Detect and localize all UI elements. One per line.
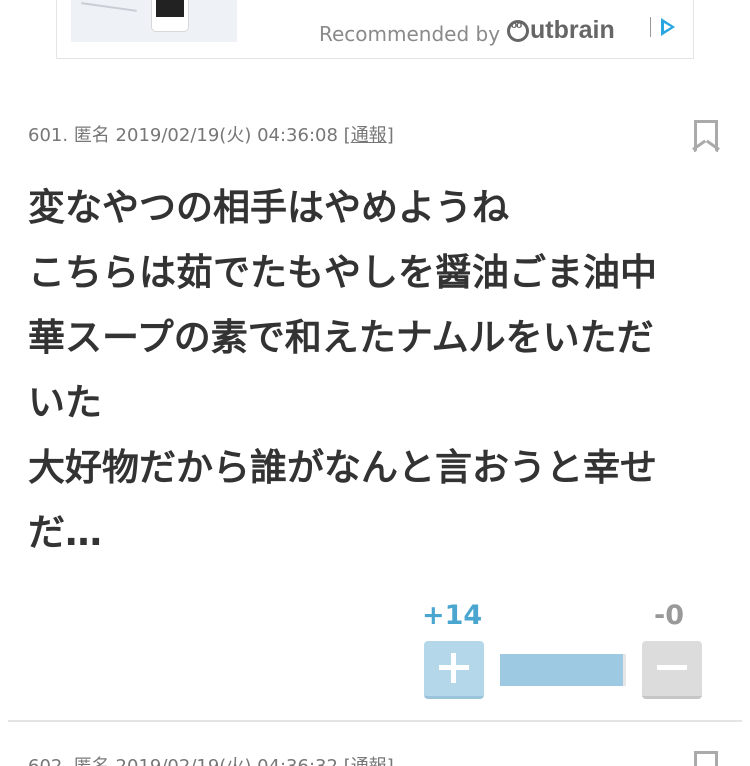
comment-time: 04:36:32 (257, 756, 338, 766)
comment-author: 匿名 (74, 756, 110, 766)
minus-icon (657, 665, 687, 670)
adchoices-icon[interactable] (661, 18, 675, 36)
recommendation-widget[interactable]: Recommended by utbrain (56, 0, 694, 59)
comment-number: 602. (28, 756, 68, 766)
outbrain-logo[interactable]: utbrain (507, 16, 615, 45)
plus-score: +14 (422, 600, 483, 631)
report-bracket-close: ] (386, 125, 394, 146)
recommended-by-label: Recommended by (319, 22, 501, 46)
plus-icon-vertical (451, 653, 456, 683)
plus-button[interactable] (424, 641, 484, 699)
outbrain-eye-icon (507, 19, 529, 42)
phone-image (151, 0, 189, 32)
comment-body: 変なやつの相手はやめようね こちらは茹でたもやしを醤油ごま油中 華スープの素で和… (28, 175, 728, 565)
recommendation-thumbnail[interactable] (71, 0, 237, 42)
comment-author: 匿名 (73, 125, 110, 146)
bookmark-notch-right (705, 139, 720, 151)
comment-meta: 602. 匿名 2019/02/19(火) 04:36:32 [通報] (28, 752, 394, 766)
pen-image (81, 2, 137, 12)
comment-line: いた (28, 381, 102, 424)
report-link[interactable]: 通報 (351, 125, 387, 146)
bookmark-notch-left (692, 139, 707, 151)
comment-line: こちらは茹でたもやしを醤油ごま油中 (28, 251, 657, 294)
vote-ratio-fill (500, 654, 624, 686)
comment-line: だ… (28, 511, 102, 554)
comment-line: 華スープの素で和えたナムルをいただ (28, 316, 654, 359)
comment-page: Recommended by utbrain 601. 匿名 2019/02/1… (0, 0, 750, 766)
outbrain-wordmark: utbrain (530, 16, 615, 44)
comment-number: 601. (28, 125, 69, 146)
comment-line: 大好物だから誰がなんと言おうと幸せ (28, 446, 657, 489)
report-bracket-open: [ (344, 756, 351, 766)
comment-meta: 601. 匿名 2019/02/19(火) 04:36:08 [通報] (28, 121, 394, 147)
bookmark-icon[interactable] (694, 751, 718, 766)
comment-line: 変なやつの相手はやめようね (28, 186, 509, 229)
comment-time: 04:36:08 (257, 125, 338, 146)
bookmark-icon[interactable] (692, 120, 720, 153)
comment-date: 2019/02/19(火) (115, 125, 252, 146)
logo-separator (650, 17, 651, 37)
report-link[interactable]: 通報 (351, 756, 387, 766)
report-bracket-close: ] (387, 756, 394, 766)
comment-date: 2019/02/19(火) (116, 756, 252, 766)
vote-ratio-bar (500, 654, 626, 686)
comment-divider (8, 720, 742, 722)
report-bracket-open: [ (343, 125, 351, 146)
minus-button[interactable] (642, 641, 702, 699)
minus-score: -0 (654, 600, 684, 631)
